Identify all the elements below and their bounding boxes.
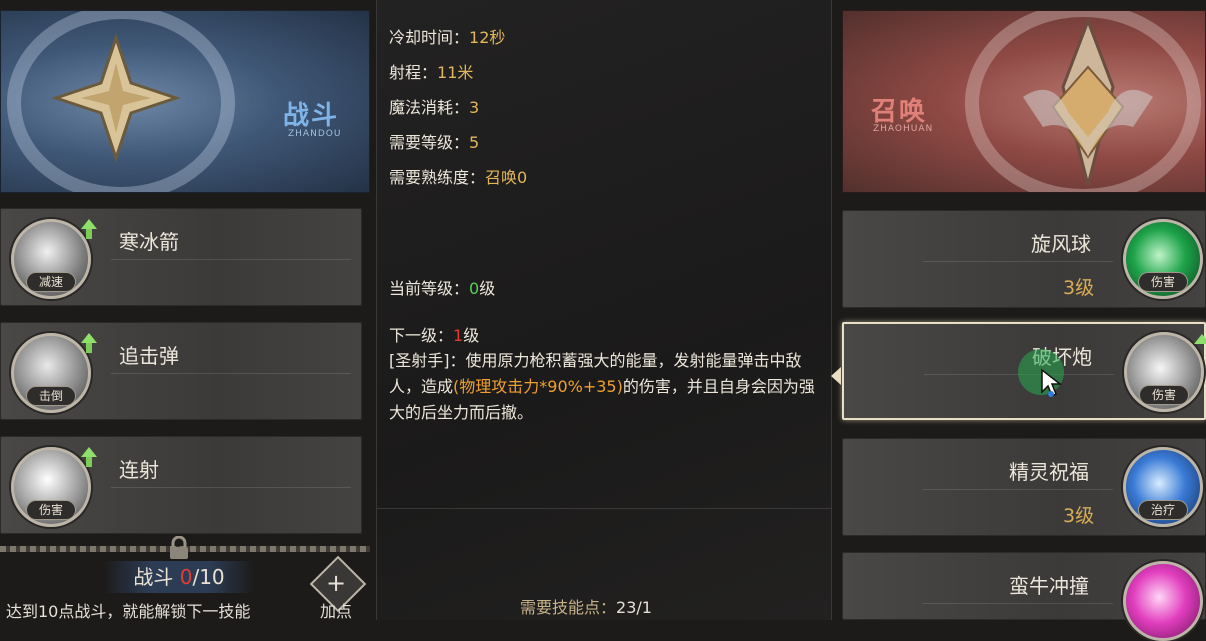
- skill-card-frost-arrow[interactable]: 减速 寒冰箭: [0, 208, 362, 306]
- rapid-fire-skill-icon: 伤害: [11, 447, 91, 527]
- skill-tag: 减速: [26, 272, 76, 292]
- cooldown-row: 冷却时间：12秒: [389, 24, 505, 48]
- upgrade-arrow-stem: [86, 457, 92, 467]
- skill-name: 连射: [119, 458, 159, 482]
- skill-card-pursuit-shot[interactable]: 击倒 追击弹: [0, 322, 362, 420]
- proficiency-row: 需要熟练度：召唤0: [389, 164, 527, 188]
- skill-tag: 伤害: [26, 500, 76, 520]
- summon-class-subtitle: ZHAOHUAN: [873, 124, 934, 134]
- summon-class-banner[interactable]: 召唤 ZHAOHUAN: [842, 10, 1206, 193]
- skill-tag: 击倒: [26, 386, 76, 406]
- next-level-unit: 级: [463, 326, 480, 345]
- add-point-label[interactable]: 加点: [320, 598, 352, 622]
- required-skill-points: 需要技能点：23/1: [520, 594, 652, 618]
- counter-label: 战斗: [133, 565, 180, 589]
- skill-card-whirlwind-ball[interactable]: 旋风球 3级 伤害: [842, 210, 1206, 308]
- skill-name: 精灵祝福: [1009, 460, 1089, 484]
- skill-detail-panel: 冷却时间：12秒 射程：11米 魔法消耗：3 需要等级：5 需要熟练度：召唤0 …: [376, 0, 832, 620]
- summon-class-name: 召唤: [871, 97, 928, 127]
- counter-current: 0: [179, 565, 193, 589]
- upgrade-arrow-icon: [81, 447, 97, 457]
- upgrade-arrow-stem: [86, 229, 92, 239]
- unlock-hint: 达到10点战斗，就能解锁下一技能: [6, 602, 251, 621]
- destruction-cannon-skill-icon: 伤害: [1124, 332, 1204, 412]
- current-level-row: 当前等级：0级: [389, 275, 495, 299]
- divider: [377, 508, 831, 509]
- combat-emblem-icon: [51, 33, 181, 163]
- divider: [111, 259, 351, 260]
- required-level-row: 需要等级：5: [389, 129, 479, 153]
- skill-name: 旋风球: [1031, 232, 1091, 256]
- summon-emblem-icon: [1023, 17, 1153, 186]
- whirlwind-ball-skill-icon: 伤害: [1123, 219, 1203, 299]
- frost-arrow-skill-icon: 减速: [11, 219, 91, 299]
- upgrade-arrow-icon: [81, 219, 97, 229]
- next-level-number: 1: [453, 326, 464, 345]
- counter-max: /10: [192, 565, 225, 589]
- mana-label: 魔法消耗：: [389, 98, 470, 117]
- required-level-label: 需要等级：: [389, 133, 470, 152]
- skill-points-value: 23/1: [616, 598, 652, 617]
- proficiency-label: 需要熟练度：: [389, 168, 486, 187]
- divider: [923, 261, 1113, 262]
- skill-description: [圣射手]：使用原力枪积蓄强大的能量，发射能量弹击中敌人，造成(物理攻击力*90…: [389, 348, 819, 426]
- upgrade-arrow-icon: [81, 333, 97, 343]
- bull-charge-skill-icon: [1123, 561, 1203, 641]
- mana-row: 魔法消耗：3: [389, 94, 479, 118]
- divider: [111, 487, 351, 488]
- divider: [923, 489, 1113, 490]
- skill-name: 寒冰箭: [119, 230, 179, 254]
- skill-level: 3级: [1063, 277, 1095, 299]
- plus-icon: +: [326, 569, 347, 597]
- next-level-label: 下一级：: [389, 326, 454, 345]
- required-level-value: 5: [469, 133, 480, 152]
- proficiency-value: 召唤0: [485, 168, 528, 187]
- range-row: 射程：11米: [389, 59, 473, 83]
- range-value: 11米: [437, 63, 474, 82]
- skill-tag: 治疗: [1138, 500, 1188, 520]
- skill-tag: 伤害: [1139, 385, 1189, 405]
- skill-points-label: 需要技能点：: [520, 598, 617, 617]
- spirit-blessing-skill-icon: 治疗: [1123, 447, 1203, 527]
- skill-name: 蛮牛冲撞: [1009, 574, 1089, 598]
- next-level-row: 下一级：1级: [389, 322, 479, 346]
- upgrade-arrow-stem: [86, 343, 92, 353]
- combat-class-subtitle: ZHANDOU: [288, 129, 342, 139]
- current-level-label: 当前等级：: [389, 279, 470, 298]
- cooldown-label: 冷却时间：: [389, 28, 470, 47]
- current-level-number: 0: [469, 279, 480, 298]
- range-label: 射程：: [389, 63, 438, 82]
- mouse-cursor-icon: [1041, 368, 1062, 398]
- combat-class-banner[interactable]: 战斗 ZHANDOU: [0, 10, 370, 193]
- skill-tag: 伤害: [1138, 272, 1188, 292]
- skill-card-bull-charge[interactable]: 蛮牛冲撞: [842, 552, 1206, 641]
- pursuit-shot-skill-icon: 击倒: [11, 333, 91, 413]
- skill-level: 3级: [1063, 505, 1095, 527]
- divider: [111, 373, 351, 374]
- mana-value: 3: [469, 98, 480, 117]
- upgrade-arrow-icon: [1194, 334, 1206, 344]
- current-level-unit: 级: [479, 279, 496, 298]
- selection-pointer-icon: [831, 367, 841, 385]
- cooldown-value: 12秒: [469, 28, 506, 47]
- damage-formula: (物理攻击力*90%+35): [453, 377, 623, 396]
- divider: [923, 603, 1113, 604]
- combat-class-name: 战斗: [283, 101, 340, 131]
- skill-card-spirit-blessing[interactable]: 精灵祝福 3级 治疗: [842, 438, 1206, 536]
- skill-card-rapid-fire[interactable]: 伤害 连射: [0, 436, 362, 534]
- combat-points-counter: 战斗 0/10: [104, 561, 254, 593]
- skill-name: 追击弹: [119, 344, 179, 368]
- padlock-icon: [170, 536, 188, 559]
